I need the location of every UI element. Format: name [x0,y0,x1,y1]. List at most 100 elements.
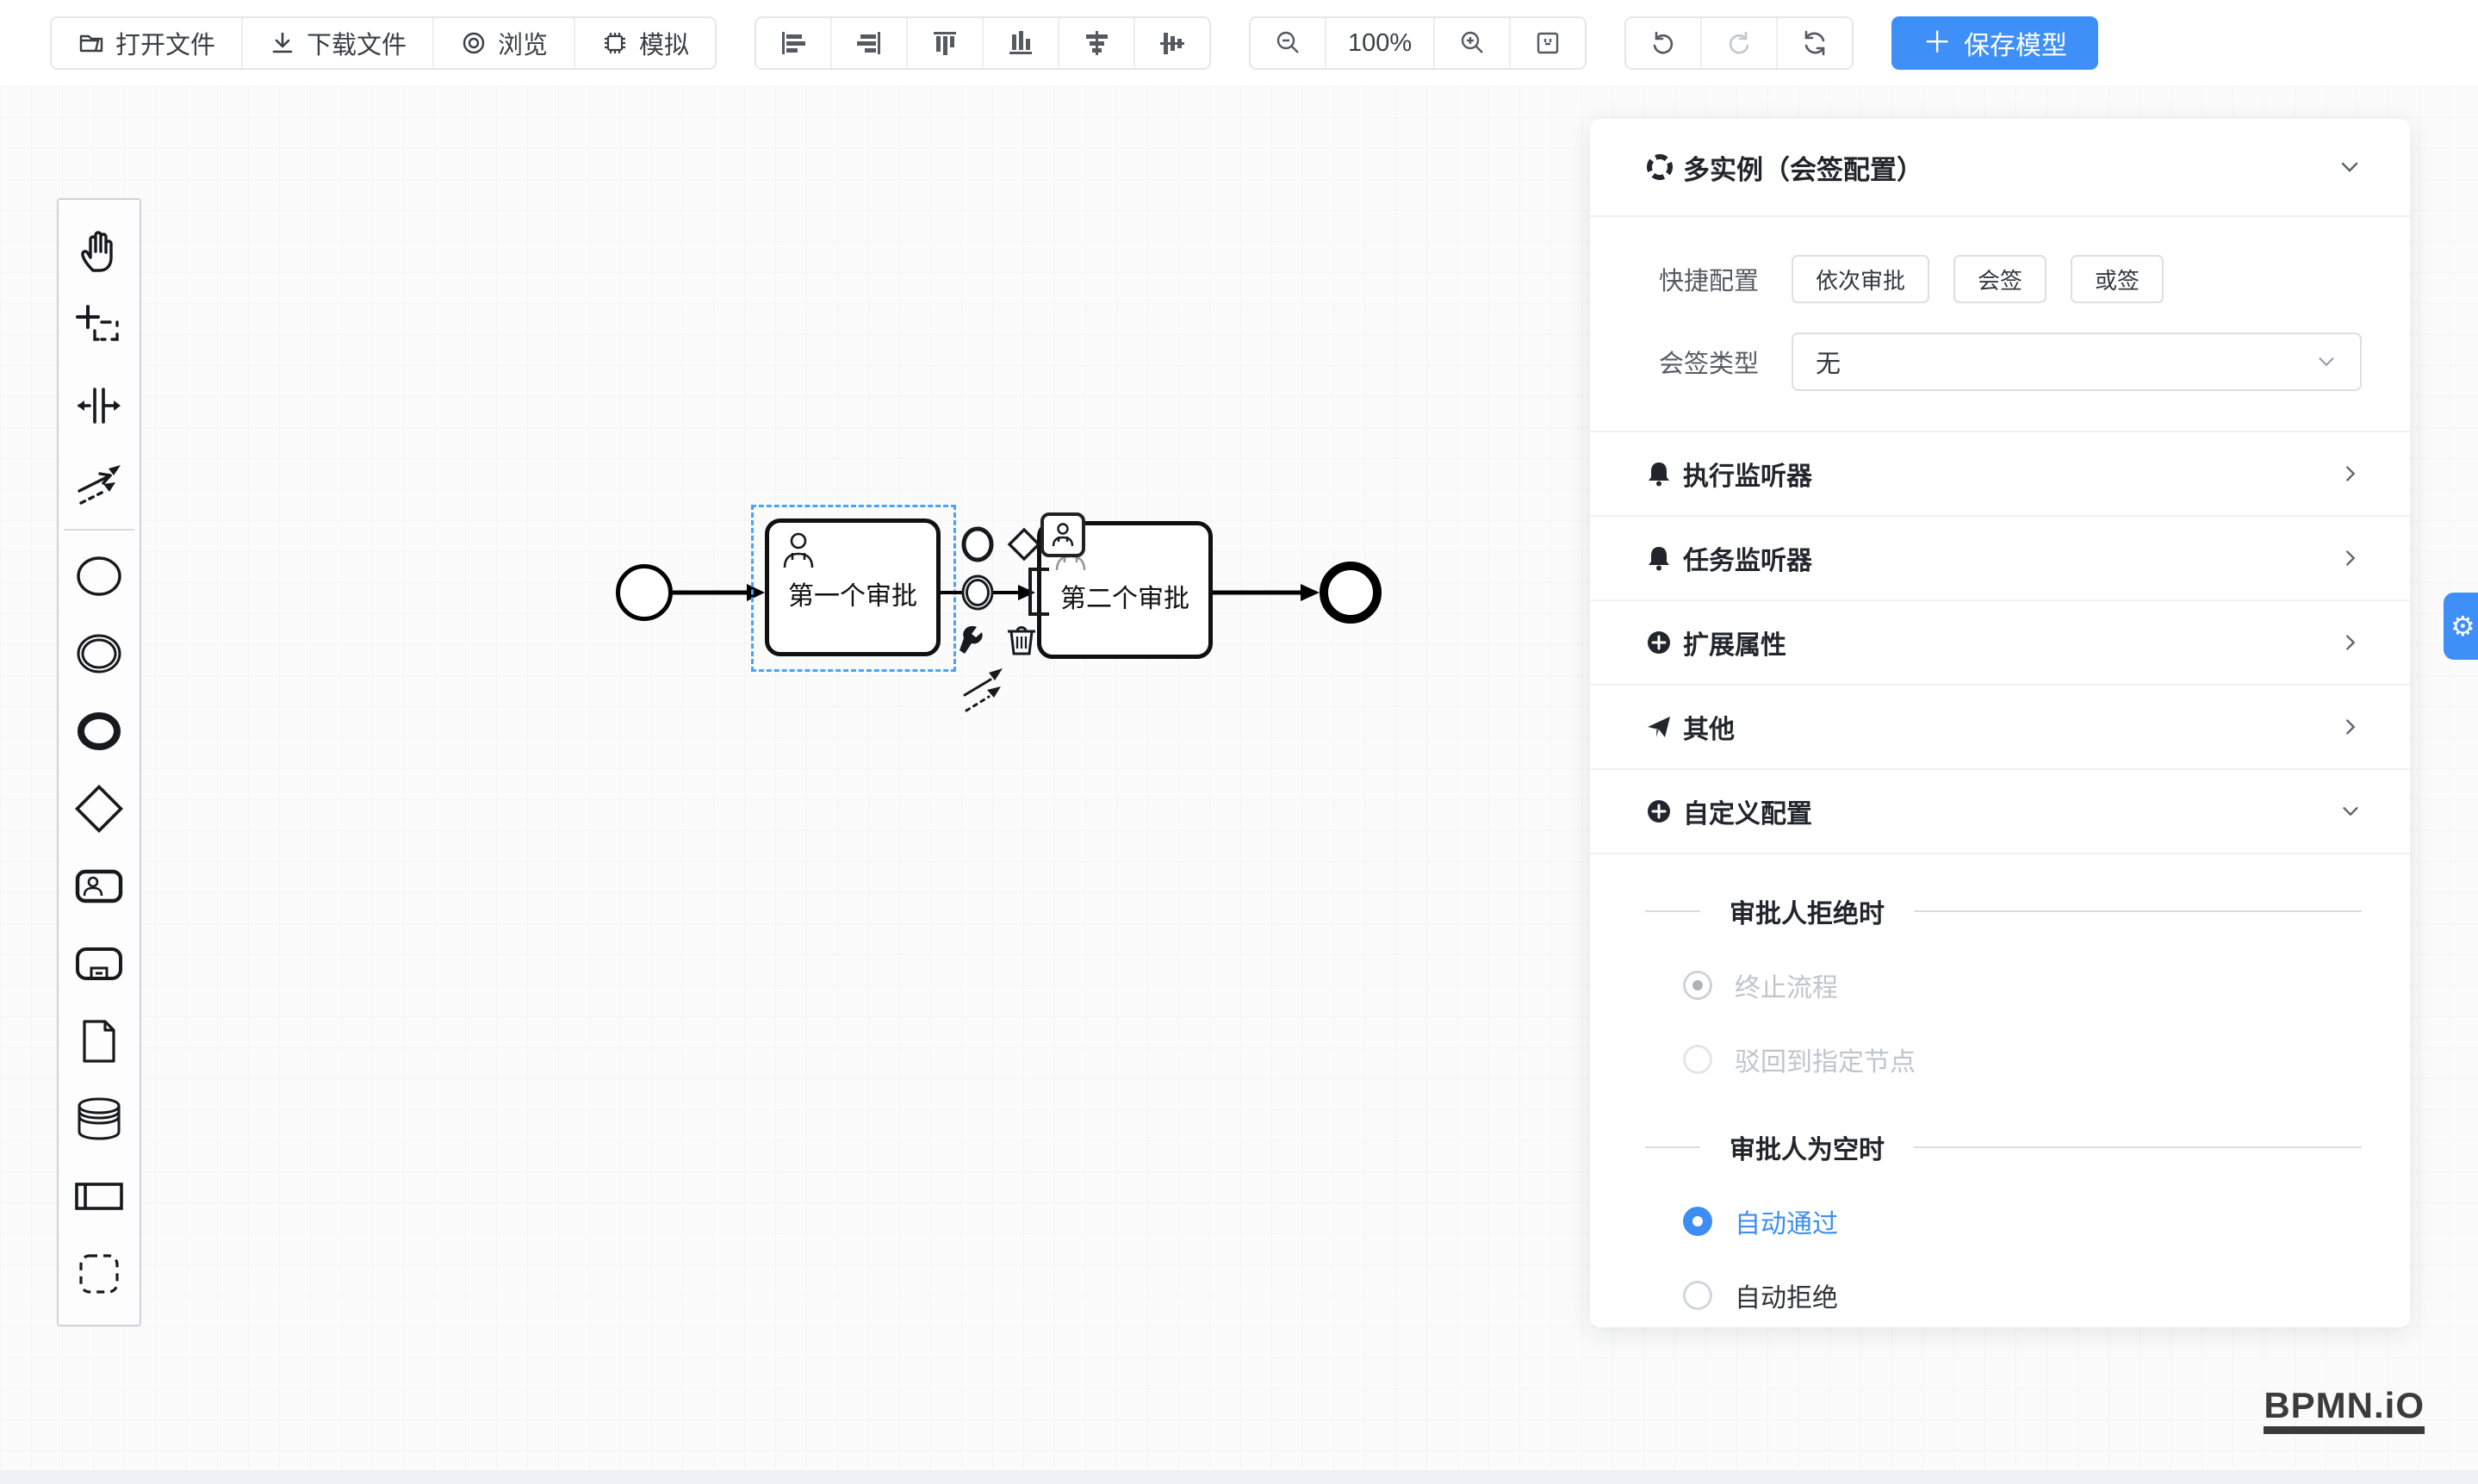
chevron-right-icon [2339,463,2362,485]
change-type-wrench-icon[interactable] [956,621,994,659]
chevron-down-icon [2339,800,2362,823]
history-group [1624,16,1854,70]
quick-config-countersign-button[interactable]: 会签 [1953,255,2046,303]
append-end-event-icon[interactable] [958,525,997,564]
quick-config-row: 快捷配置 依次审批 会签 或签 [1645,255,2362,303]
radio-icon [1683,1281,1712,1310]
align-right-button[interactable] [830,18,906,68]
create-gateway[interactable] [59,770,140,848]
group-title-text: 审批人拒绝时 [1730,892,1885,930]
palette [57,198,141,1326]
section-other[interactable]: 其他 [1645,686,2362,768]
divider [1914,1146,2362,1148]
align-left-icon [779,28,808,58]
append-intermediate-event-icon[interactable] [958,573,997,612]
radio-icon [1683,1207,1712,1236]
simulate-button[interactable]: 模拟 [574,18,715,68]
distribute-horizontal-button[interactable] [1058,18,1133,68]
sign-type-label: 会签类型 [1645,344,1759,380]
quick-config-label: 快捷配置 [1645,261,1759,297]
bpmn-designer-app: 打开文件 下载文件 浏览 模拟 [0,0,2478,1484]
space-tool[interactable] [59,367,140,444]
align-left-button[interactable] [756,18,830,68]
create-user-task[interactable] [59,848,140,925]
simulate-label: 模拟 [639,25,689,61]
section-task-listeners[interactable]: 任务监听器 [1645,517,2362,599]
bpmn-io-logo[interactable]: BPMN.iO [2264,1387,2425,1434]
radio-icon [1683,1045,1712,1074]
space-tool-icon [72,379,126,432]
create-data-store[interactable] [59,1080,140,1158]
hand-tool[interactable] [59,212,140,289]
participant-icon [72,1170,126,1223]
settings-tab[interactable]: ⚙ [2444,593,2478,660]
append-gateway-icon[interactable] [1004,525,1044,564]
save-model-label: 保存模型 [1964,24,2067,62]
align-group [755,16,1211,70]
undo-button[interactable] [1626,18,1700,68]
align-top-button[interactable] [906,18,982,68]
divider [1645,1146,1700,1148]
fit-viewport-button[interactable] [1509,18,1585,68]
sequence-flow-3[interactable] [1213,568,1323,617]
create-data-object[interactable] [59,1003,140,1080]
restart-button[interactable] [1776,18,1852,68]
plus-icon: ＋ [1922,28,1952,58]
save-model-button[interactable]: ＋ 保存模型 [1891,16,2098,70]
create-start-event[interactable] [59,537,140,615]
quick-config-sequential-button[interactable]: 依次审批 [1792,255,1929,303]
create-end-event[interactable] [59,692,140,770]
lasso-tool[interactable] [59,289,140,367]
create-participant[interactable] [59,1158,140,1235]
radio-return-to-node[interactable]: 驳回到指定节点 [1683,1040,2362,1078]
radio-auto-pass[interactable]: 自动通过 [1683,1202,2362,1240]
toolbar: 打开文件 下载文件 浏览 模拟 [0,0,2478,86]
zoom-in-button[interactable] [1435,18,1509,68]
folder-open-icon [78,29,105,57]
align-right-icon [854,28,884,58]
radio-label: 自动拒绝 [1735,1276,1838,1314]
zoom-in-icon [1457,28,1487,58]
connect-tool-icon[interactable] [960,666,1011,716]
download-file-button[interactable]: 下载文件 [241,18,432,68]
task-first-approval[interactable]: 第一个审批 [765,518,941,656]
bell-icon [1645,460,1673,487]
data-store-icon [72,1092,126,1146]
sign-type-select[interactable]: 无 [1792,332,2362,391]
section-extended-properties[interactable]: 扩展属性 [1645,601,2362,684]
redo-button[interactable] [1700,18,1776,68]
chevron-down-icon [2338,155,2362,179]
task-label: 第一个审批 [788,574,917,612]
panel-title: 多实例（会签配置） [1683,148,2338,187]
section-label: 扩展属性 [1683,624,2339,661]
create-intermediate-event[interactable] [59,615,140,692]
align-bottom-button[interactable] [982,18,1058,68]
undo-icon [1649,28,1678,58]
radio-terminate-process[interactable]: 终止流程 [1683,966,2362,1004]
create-group[interactable] [59,1235,140,1313]
zoom-group: 100% [1249,16,1587,70]
distribute-vertical-button[interactable] [1133,18,1209,68]
append-text-annotation-icon[interactable] [1023,566,1053,618]
end-event-icon [72,705,126,758]
append-user-task-icon[interactable] [1040,512,1085,557]
section-custom-config[interactable]: 自定义配置 [1645,770,2362,853]
divider [1645,910,1700,912]
zoom-out-button[interactable] [1251,18,1325,68]
radio-label: 自动通过 [1735,1202,1838,1240]
end-event-shape[interactable] [1320,562,1382,624]
delete-trash-icon[interactable] [1003,621,1040,659]
global-connect-tool[interactable] [59,444,140,522]
send-icon [1645,713,1673,741]
chevron-right-icon [2339,547,2362,569]
start-event-shape[interactable] [616,564,673,621]
section-label: 自定义配置 [1683,792,2339,830]
quick-config-orsign-button[interactable]: 或签 [2071,255,2164,303]
browse-button[interactable]: 浏览 [432,18,574,68]
section-execution-listeners[interactable]: 执行监听器 [1645,432,2362,515]
file-actions-group: 打开文件 下载文件 浏览 模拟 [50,16,717,70]
create-subprocess[interactable] [59,925,140,1003]
open-file-button[interactable]: 打开文件 [52,18,241,68]
multi-instance-header[interactable]: 多实例（会签配置） [1645,119,2362,215]
radio-auto-reject[interactable]: 自动拒绝 [1683,1276,2362,1314]
